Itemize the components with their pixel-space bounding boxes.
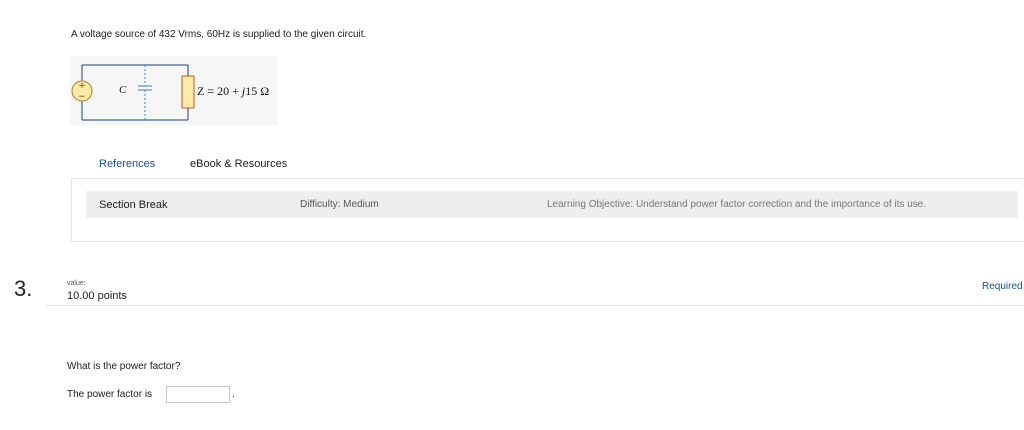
circuit-wires xyxy=(81,64,189,121)
question-intro: A voltage source of 432 Vrms, 60Hz is su… xyxy=(71,29,367,40)
resource-tabs: References eBook & Resources xyxy=(86,150,1024,178)
question-prompt: What is the power factor? xyxy=(67,361,181,372)
impedance-label: Z = 20 + j15 Ω xyxy=(197,84,269,99)
required-link[interactable]: Required xyxy=(982,281,1023,292)
svg-text:−: − xyxy=(78,92,86,102)
power-factor-input[interactable] xyxy=(166,386,230,403)
points-value: 10.00 points xyxy=(67,290,127,302)
section-break-bar: Section Break Difficulty: Medium Learnin… xyxy=(86,191,1018,218)
svg-text:+: + xyxy=(78,81,86,91)
difficulty-label: Difficulty: Medium xyxy=(300,199,379,210)
impedance-suffix: 15 Ω xyxy=(245,84,270,98)
impedance-box-icon xyxy=(181,75,195,109)
question-header-divider xyxy=(46,268,1024,306)
tab-ebook-resources[interactable]: eBook & Resources xyxy=(177,150,300,178)
tab-references[interactable]: References xyxy=(86,150,169,178)
section-break-title: Section Break xyxy=(99,199,168,211)
question-number: 3. xyxy=(14,276,33,301)
answer-suffix: . xyxy=(232,389,235,400)
impedance-prefix: Z = 20 + xyxy=(197,84,242,98)
learning-objective: Learning Objective: Understand power fac… xyxy=(547,199,927,210)
value-label: value: xyxy=(67,280,86,287)
capacitor-icon xyxy=(138,65,152,120)
capacitor-label: C xyxy=(119,84,127,96)
answer-label: The power factor is xyxy=(67,389,153,400)
